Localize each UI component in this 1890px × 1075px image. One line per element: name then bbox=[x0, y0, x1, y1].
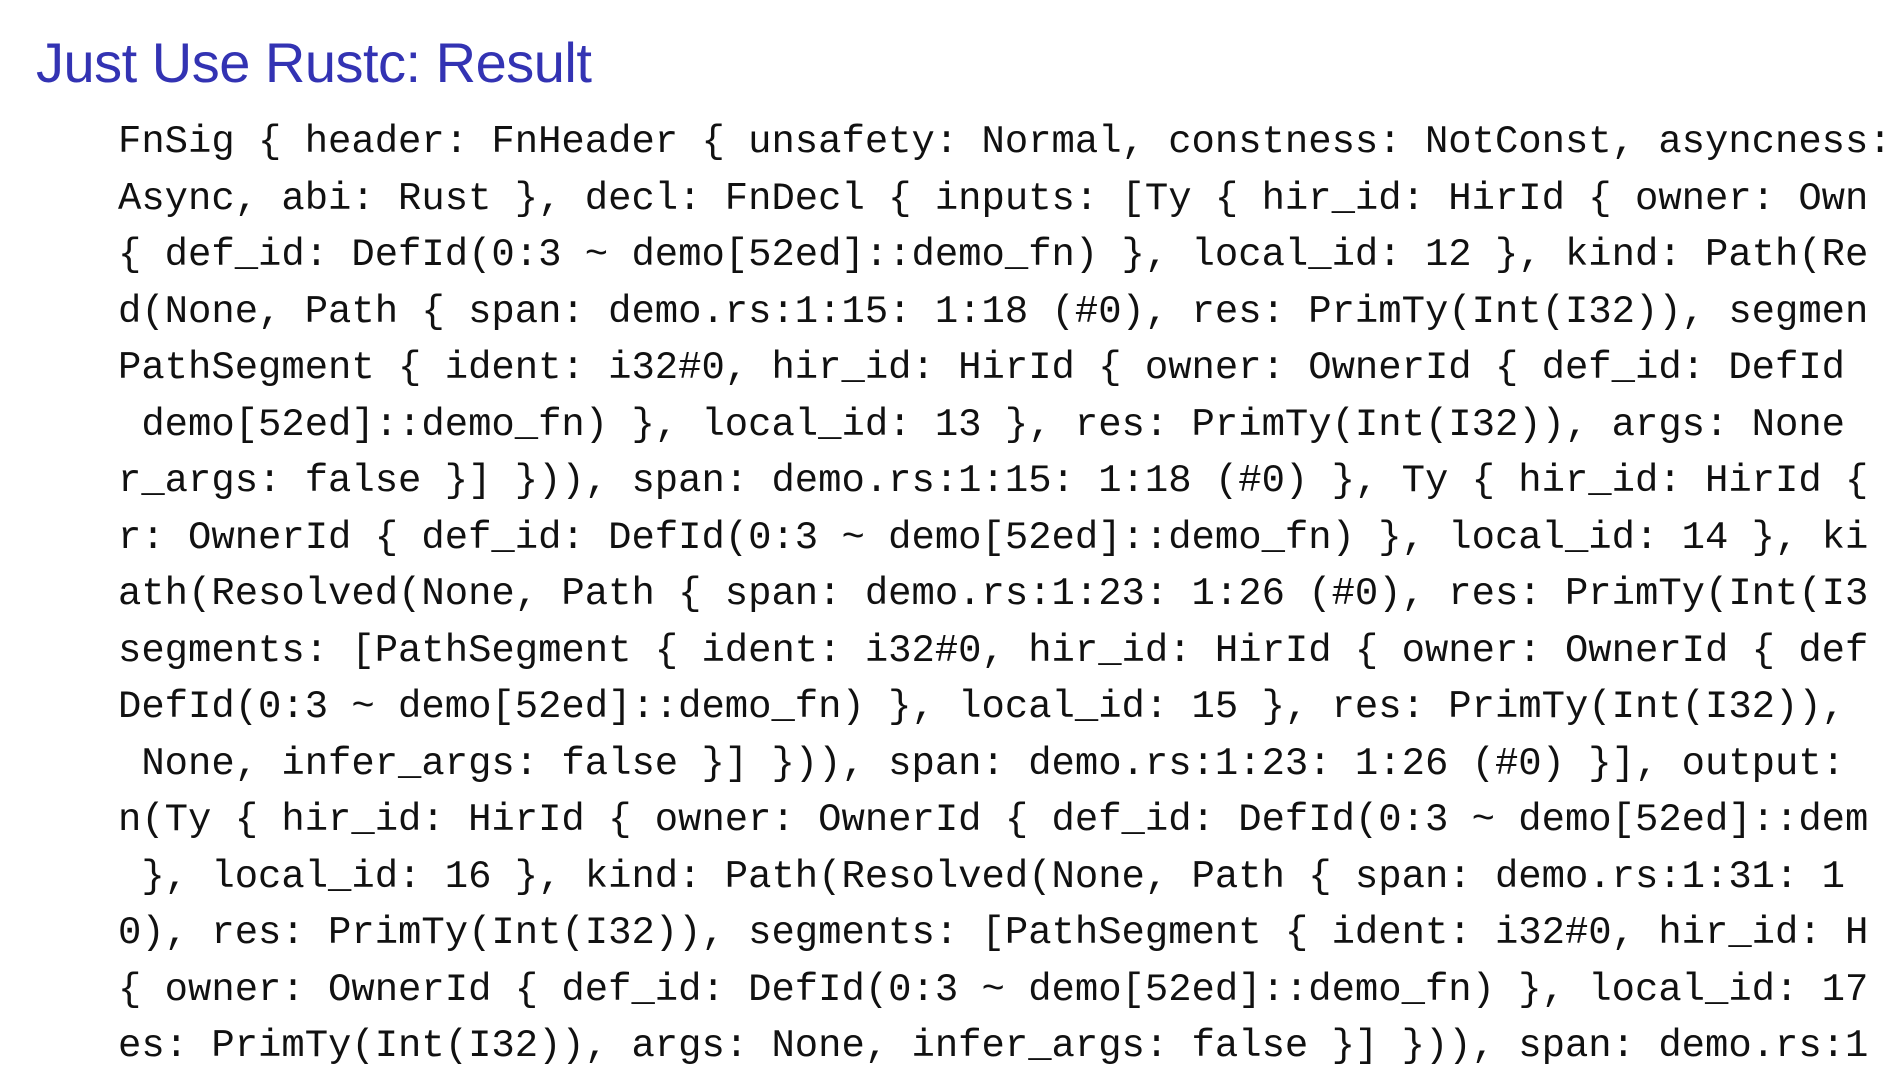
code-block: FnSig { header: FnHeader { unsafety: Nor… bbox=[118, 114, 1890, 1075]
code-line: None, infer_args: false }] })), span: de… bbox=[118, 741, 1846, 786]
code-line: FnSig { header: FnHeader { unsafety: Nor… bbox=[118, 120, 1890, 164]
code-line: Async, abi: Rust }, decl: FnDecl { input… bbox=[118, 176, 1869, 221]
code-line: }, local_id: 16 }, kind: Path(Resolved(N… bbox=[118, 854, 1846, 899]
code-line: ath(Resolved(None, Path { span: demo.rs:… bbox=[118, 572, 1869, 616]
code-line: 0), res: PrimTy(Int(I32)), segments: [Pa… bbox=[118, 911, 1869, 955]
code-line: d(None, Path { span: demo.rs:1:15: 1:18 … bbox=[118, 289, 1869, 334]
code-line: es: PrimTy(Int(I32)), args: None, infer_… bbox=[118, 1024, 1869, 1068]
code-line: { owner: OwnerId { def_id: DefId(0:3 ~ d… bbox=[118, 967, 1869, 1012]
code-line: segments: [PathSegment { ident: i32#0, h… bbox=[118, 628, 1869, 673]
code-line: r_args: false }] })), span: demo.rs:1:15… bbox=[118, 459, 1869, 503]
code-line: n(Ty { hir_id: HirId { owner: OwnerId { … bbox=[118, 798, 1869, 842]
code-line: r: OwnerId { def_id: DefId(0:3 ~ demo[52… bbox=[118, 515, 1869, 560]
code-line: { def_id: DefId(0:3 ~ demo[52ed]::demo_f… bbox=[118, 233, 1869, 277]
code-line: DefId(0:3 ~ demo[52ed]::demo_fn) }, loca… bbox=[118, 685, 1846, 729]
code-line: demo[52ed]::demo_fn) }, local_id: 13 }, … bbox=[118, 402, 1846, 447]
slide-title: Just Use Rustc: Result bbox=[36, 31, 592, 94]
code-line: PathSegment { ident: i32#0, hir_id: HirI… bbox=[118, 346, 1846, 390]
